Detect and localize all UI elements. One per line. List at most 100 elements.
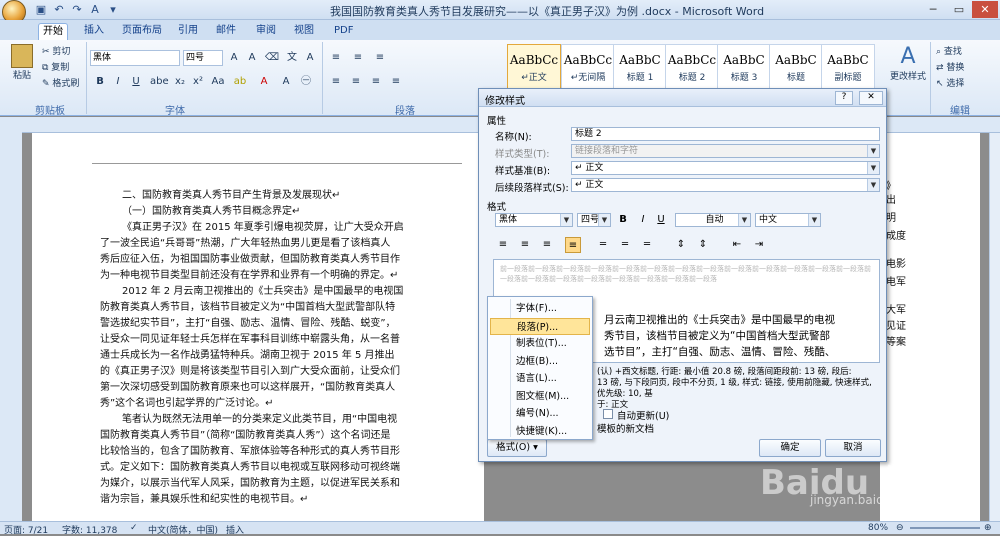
document-line[interactable]: 谐为宗旨，兼具娱乐性和纪实性的电视节目。↵ (100, 492, 308, 508)
document-line[interactable]: 警选拔纪实节目”，主打“自强、励志、温情、冒险、残酷、蜕变”， (100, 316, 396, 332)
maximize-icon[interactable]: ▭ (946, 1, 972, 18)
document-line[interactable]: 第一次深切感受到国防教育原来也可以这样展开，“国防教育类真人 (100, 380, 395, 396)
page-count[interactable]: 页面: 7/21 (4, 523, 48, 536)
change-styles-button[interactable]: A 更改样式 (890, 44, 926, 82)
highlight-icon[interactable]: ab (232, 74, 248, 90)
italic-icon[interactable]: I (110, 74, 126, 90)
shrink-font-icon[interactable]: A (244, 50, 260, 66)
language-indicator[interactable]: 中文(简体，中国) (148, 523, 218, 536)
select-button[interactable]: ↖ 选择 (936, 76, 964, 89)
dlg-increase-indent-icon[interactable]: ⇥ (751, 237, 767, 253)
dlg-space-before-icon[interactable]: ⇕ (673, 237, 689, 253)
word-count[interactable]: 字数: 11,378 (62, 523, 117, 536)
zoom-slider[interactable] (910, 527, 980, 529)
style-title[interactable]: AaBbC 标题 (769, 44, 823, 90)
cut-button[interactable]: ✂ 剪切 (42, 44, 70, 57)
underline-icon[interactable]: U (128, 74, 144, 90)
document-line[interactable]: 式。定义如下：国防教育类真人秀节目以电视或互联网移动可视终端 (100, 460, 400, 476)
char-shading-icon[interactable]: A (278, 74, 294, 90)
insert-mode[interactable]: 插入 (226, 523, 244, 536)
document-line[interactable]: 国防教育类真人秀节目”（简称“国防教育类真人秀”）这个名词还是 (100, 428, 391, 444)
dlg-justify-icon[interactable]: ≡ (565, 237, 581, 253)
justify-icon[interactable]: ≡ (388, 74, 404, 90)
format-menu-item[interactable]: 边框(B)... (490, 353, 590, 370)
style-heading-1[interactable]: AaBbC 标题 1 (613, 44, 667, 90)
dlg-single-spacing-icon[interactable]: ═ (595, 237, 611, 253)
dialog-close-icon[interactable]: ✕ (859, 91, 883, 105)
dialog-font-select[interactable]: 黑体 ▼ (495, 213, 573, 227)
paste-button[interactable]: 粘贴 (8, 44, 36, 84)
align-center-icon[interactable]: ≡ (348, 74, 364, 90)
tab-pdf[interactable]: PDF (330, 23, 357, 40)
document-line[interactable]: 比较恰当的，包含了国防教育、军旅体验等各种形式的真人秀节目形 (100, 444, 400, 460)
document-line[interactable]: 为一种电视节目类型目前还没有在学界和业界有一个明确的界定。↵ (100, 268, 398, 284)
vertical-ruler[interactable] (0, 117, 22, 521)
clear-format-icon[interactable]: ⌫ (264, 50, 280, 66)
dialog-size-select[interactable]: 四号 ▼ (577, 213, 611, 227)
document-line[interactable]: 二、国防教育类真人秀节目产生背景及发展现状↵ (122, 188, 340, 204)
font-color-button-icon[interactable]: A (256, 74, 272, 90)
bullets-icon[interactable]: ≡ (328, 50, 344, 66)
find-button[interactable]: ⌕ 查找 (936, 44, 962, 57)
document-line[interactable]: 《真正男子汉》在 2015 年夏季引爆电视荧屏，让广大受众开启 (122, 220, 404, 236)
font-size-box[interactable]: 四号 (183, 50, 223, 66)
dlg-align-right-icon[interactable]: ≡ (539, 237, 555, 253)
multilevel-list-icon[interactable]: ≡ (372, 50, 388, 66)
grow-font-icon[interactable]: A (226, 50, 242, 66)
format-menu-item[interactable]: 字体(F)... (490, 300, 590, 317)
dlg-decrease-indent-icon[interactable]: ⇤ (729, 237, 745, 253)
close-icon[interactable]: ✕ (972, 1, 998, 18)
vertical-scrollbar[interactable] (989, 133, 1000, 521)
dialog-underline-button[interactable]: U (653, 212, 669, 228)
zoom-level[interactable]: 80% (868, 523, 888, 533)
zoom-in-icon[interactable]: ⊕ (984, 523, 992, 533)
document-line[interactable]: 了一波全民追“兵哥哥”热潮，广大年轻热血男儿更是看了该档真人 (100, 236, 390, 252)
enclose-char-icon[interactable]: ㊀ (298, 74, 314, 90)
zoom-out-icon[interactable]: ⊖ (896, 523, 904, 533)
document-line[interactable]: 通士兵成长为一名作战勇猛特种兵。湖南卫视于 2015 年 5 月推出 (100, 348, 395, 364)
redo-icon[interactable]: ↷ (70, 3, 84, 17)
dlg-align-center-icon[interactable]: ≡ (517, 237, 533, 253)
format-menu-item[interactable]: 段落(P)... (490, 317, 590, 335)
tab-page-layout[interactable]: 页面布局 (118, 23, 166, 40)
tab-mailings[interactable]: 邮件 (212, 23, 240, 40)
font-color-icon[interactable]: A (88, 3, 102, 17)
superscript-icon[interactable]: x² (190, 74, 206, 90)
document-page[interactable]: 二、国防教育类真人秀节目产生背景及发展现状↵ （一）国防教育类真人秀节目概念界定↵… (32, 133, 484, 521)
document-line[interactable]: 为媒介，以展示当代军人风采，国防教育为主题，以促进军民关系和 (100, 476, 400, 492)
save-icon[interactable]: ▣ (34, 3, 48, 17)
based-on-select[interactable]: ↵ 正文 ▼ (571, 161, 880, 175)
bold-icon[interactable]: B (92, 74, 108, 90)
next-style-select[interactable]: ↵ 正文 ▼ (571, 178, 880, 192)
format-painter-button[interactable]: ✎ 格式刷 (42, 76, 79, 89)
style-heading-2[interactable]: AaBbCc 标题 2 (665, 44, 719, 90)
document-line[interactable]: 秀”这个名词也引起学界的广泛讨论。↵ (100, 396, 274, 412)
document-line[interactable]: 让受众一同见证年轻士兵怎样在军事科目训练中崭露头角，从一名普 (100, 332, 400, 348)
style-name-input[interactable]: 标题 2 (571, 127, 880, 141)
phonetic-icon[interactable]: 文 (284, 50, 300, 66)
dialog-color-select[interactable]: 自动 ▼ (675, 213, 751, 227)
document-line[interactable]: 2012 年 2 月云南卫视推出的《士兵突击》是中国最早的电视国 (122, 284, 403, 300)
align-left-icon[interactable]: ≡ (328, 74, 344, 90)
replace-button[interactable]: ⇄ 替换 (936, 60, 964, 73)
style-heading-3[interactable]: AaBbC 标题 3 (717, 44, 771, 90)
strikethrough-icon[interactable]: abe (150, 74, 169, 90)
dlg-space-after-icon[interactable]: ⇕ (695, 237, 711, 253)
help-icon[interactable]: ? (835, 91, 853, 105)
format-menu-item[interactable]: 编号(N)... (490, 405, 590, 422)
document-line[interactable]: 笔者认为既然无法用单一的分类来定义此类节目，用“中国电视 (122, 412, 397, 428)
document-line[interactable]: 秀后应征入伍，为祖国国防事业做贡献，但国防教育类真人秀节目作 (100, 252, 400, 268)
format-menu-item[interactable]: 图文框(M)... (490, 388, 590, 405)
document-line[interactable]: （一）国防教育类真人秀节目概念界定↵ (122, 204, 300, 220)
dialog-bold-button[interactable]: B (615, 212, 631, 228)
document-line[interactable]: 防教育类真人秀节目，该档节目被定义为“中国首档大型武警部队特 (100, 300, 395, 316)
tab-review[interactable]: 审阅 (252, 23, 280, 40)
style-normal[interactable]: AaBbCc ↵正文 (507, 44, 561, 90)
align-right-icon[interactable]: ≡ (368, 74, 384, 90)
tab-references[interactable]: 引用 (174, 23, 202, 40)
font-name-box[interactable]: 黑体 (90, 50, 180, 66)
tab-home[interactable]: 开始 (38, 23, 68, 40)
document-line[interactable]: 的《真正男子汉》则是将该类型节目引入到广大受众面前，让受众们 (100, 364, 400, 380)
tab-insert[interactable]: 插入 (80, 23, 108, 40)
format-menu-item[interactable]: 语言(L)... (490, 370, 590, 387)
